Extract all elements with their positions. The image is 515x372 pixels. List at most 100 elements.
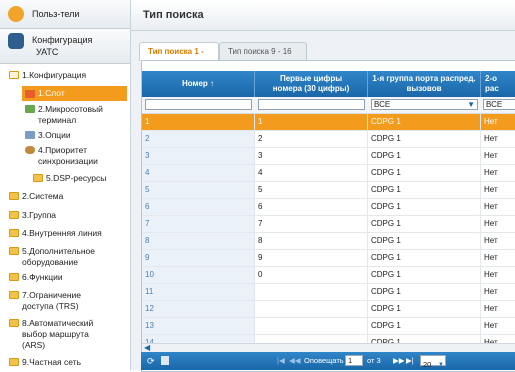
tree-item-slot[interactable]: 1.Слот (22, 86, 127, 101)
column-header-first-digits[interactable]: Первые цифры номера (30 цифры) (255, 71, 368, 97)
cell-port-group-1[interactable]: CDPG 1 (368, 165, 481, 181)
page-icon[interactable] (161, 356, 169, 365)
table-row[interactable]: 4 4 CDPG 1 Нет (142, 165, 515, 182)
table-row[interactable]: 9 9 CDPG 1 Нет (142, 250, 515, 267)
tree-item-sync-line2[interactable]: синхронизации (38, 156, 128, 167)
cell-port-group-2[interactable]: Нет (481, 284, 515, 300)
refresh-icon[interactable]: ⟳ (147, 356, 155, 367)
table-row[interactable]: 2 2 CDPG 1 Нет (142, 131, 515, 148)
folder-icon (9, 229, 19, 237)
tree-item-trs[interactable]: 7.Ограничение (9, 290, 128, 301)
next-page-icon[interactable]: ▶▶ (393, 356, 405, 365)
cell-port-group-2[interactable]: Нет (481, 250, 515, 266)
tree-item-label: 2.Микросотовый (38, 104, 103, 114)
tree-item-configuration[interactable]: 1.Конфигурация (9, 70, 128, 81)
table-row[interactable]: 11 CDPG 1 Нет (142, 284, 515, 301)
cell-port-group-1[interactable]: CDPG 1 (368, 284, 481, 300)
tree-item-label: (ARS) (22, 340, 46, 350)
rows-per-page-select[interactable]: 20 ▼ (420, 355, 446, 369)
cell-first-digits[interactable]: 5 (255, 182, 368, 198)
scroll-left-icon[interactable]: ◀ (144, 343, 150, 352)
cell-first-digits[interactable]: 2 (255, 131, 368, 147)
cell-first-digits[interactable]: 7 (255, 216, 368, 232)
cell-first-digits[interactable]: 1 (255, 114, 368, 130)
table-row[interactable]: 7 7 CDPG 1 Нет (142, 216, 515, 233)
cell-port-group-2[interactable]: Нет (481, 301, 515, 317)
cell-number: 4 (142, 165, 255, 181)
cell-port-group-1[interactable]: CDPG 1 (368, 250, 481, 266)
cell-first-digits[interactable] (255, 318, 368, 334)
cell-port-group-2[interactable]: Нет (481, 318, 515, 334)
table-row[interactable]: 5 5 CDPG 1 Нет (142, 182, 515, 199)
table-row[interactable]: 13 CDPG 1 Нет (142, 318, 515, 335)
tree-item-microcell[interactable]: 2.Микросотовый (25, 104, 128, 115)
tree-item-group[interactable]: 3.Группа (9, 210, 128, 221)
cell-port-group-1[interactable]: CDPG 1 (368, 301, 481, 317)
tree-item-additional-equipment[interactable]: 5.Дополнительное (9, 246, 128, 257)
table-row[interactable]: 6 6 CDPG 1 Нет (142, 199, 515, 216)
cell-first-digits[interactable]: 6 (255, 199, 368, 215)
cell-port-group-1[interactable]: CDPG 1 (368, 182, 481, 198)
cell-port-group-1[interactable]: CDPG 1 (368, 199, 481, 215)
column-header-port-group-2[interactable]: 2-о рас (481, 71, 515, 97)
tree-item-features[interactable]: 6.Функции (9, 272, 128, 283)
folder-icon (9, 192, 19, 200)
cell-port-group-1[interactable]: CDPG 1 (368, 216, 481, 232)
tab-search-1-8[interactable]: Тип поиска 1 - 8 (139, 42, 219, 74)
cell-port-group-2[interactable]: Нет (481, 233, 515, 249)
tree-item-ars[interactable]: 8.Автоматический (9, 318, 128, 329)
table-row[interactable]: 8 8 CDPG 1 Нет (142, 233, 515, 250)
cell-first-digits[interactable] (255, 301, 368, 317)
tree-item-ars-line2[interactable]: выбор маршрута (22, 329, 128, 340)
cell-first-digits[interactable]: 4 (255, 165, 368, 181)
cell-first-digits[interactable]: 3 (255, 148, 368, 164)
filter-port-group-1-select[interactable]: ВСЕ ▼ (371, 99, 478, 110)
table-row[interactable]: 12 CDPG 1 Нет (142, 301, 515, 318)
tree-item-dsp[interactable]: 5.DSP-ресурсы (33, 173, 128, 184)
tree-item-options[interactable]: 3.Опции (25, 130, 128, 141)
cell-first-digits[interactable]: 0 (255, 267, 368, 283)
cell-port-group-2[interactable]: Нет (481, 216, 515, 232)
tree-item-sync-priority[interactable]: 4.Приоритет (25, 145, 128, 156)
tree-item-microcell-line2[interactable]: терминал (38, 115, 128, 126)
filter-number-input[interactable] (145, 99, 252, 110)
cell-port-group-2[interactable]: Нет (481, 182, 515, 198)
cell-port-group-1[interactable]: CDPG 1 (368, 233, 481, 249)
cell-port-group-2[interactable]: Нет (481, 199, 515, 215)
tree-item-additional-equipment-line2[interactable]: оборудование (22, 257, 128, 268)
tree-item-system[interactable]: 2.Система (9, 191, 128, 202)
table-row[interactable]: 3 3 CDPG 1 Нет (142, 148, 515, 165)
filter-port-group-2-select[interactable]: ВСЕ (483, 99, 515, 110)
last-page-icon[interactable]: ▶| (406, 356, 414, 365)
first-page-icon[interactable]: |◀ (277, 356, 285, 365)
tree-item-ars-line3[interactable]: (ARS) (22, 340, 128, 351)
cell-first-digits[interactable]: 9 (255, 250, 368, 266)
column-header-number[interactable]: Номер ↑ (142, 71, 255, 97)
cell-port-group-1[interactable]: CDPG 1 (368, 114, 481, 130)
config-pbx-button[interactable]: Конфигурация УАТС (0, 29, 130, 64)
table-row[interactable]: 10 0 CDPG 1 Нет (142, 267, 515, 284)
cell-port-group-2[interactable]: Нет (481, 165, 515, 181)
cell-port-group-1[interactable]: CDPG 1 (368, 267, 481, 283)
page-input[interactable]: 1 (345, 355, 363, 366)
cell-port-group-2[interactable]: Нет (481, 267, 515, 283)
cell-port-group-2[interactable]: Нет (481, 131, 515, 147)
tree-item-extension[interactable]: 4.Внутренняя линия (9, 228, 128, 239)
cell-port-group-1[interactable]: CDPG 1 (368, 131, 481, 147)
cell-port-group-2[interactable]: Нет (481, 148, 515, 164)
column-header-port-group-1[interactable]: 1-я группа порта распред. вызовов (368, 71, 481, 97)
config-label-line2: УАТС (36, 47, 59, 57)
page-header: Тип поиска (131, 0, 515, 31)
prev-page-icon[interactable]: ◀◀ (289, 356, 301, 365)
cell-port-group-1[interactable]: CDPG 1 (368, 318, 481, 334)
cell-first-digits[interactable]: 8 (255, 233, 368, 249)
tree-item-trs-line2[interactable]: доступа (TRS) (22, 301, 128, 312)
tab-search-9-16[interactable]: Тип поиска 9 - 16 (219, 42, 307, 61)
cell-port-group-2[interactable]: Нет (481, 114, 515, 130)
cell-first-digits[interactable] (255, 284, 368, 300)
cell-port-group-1[interactable]: CDPG 1 (368, 148, 481, 164)
table-row[interactable]: 1 1 CDPG 1 Нет (142, 114, 515, 131)
tree-item-private-network[interactable]: 9.Частная сеть (9, 357, 128, 368)
users-button[interactable]: Польз-тели (0, 0, 130, 29)
filter-digits-input[interactable] (258, 99, 365, 110)
